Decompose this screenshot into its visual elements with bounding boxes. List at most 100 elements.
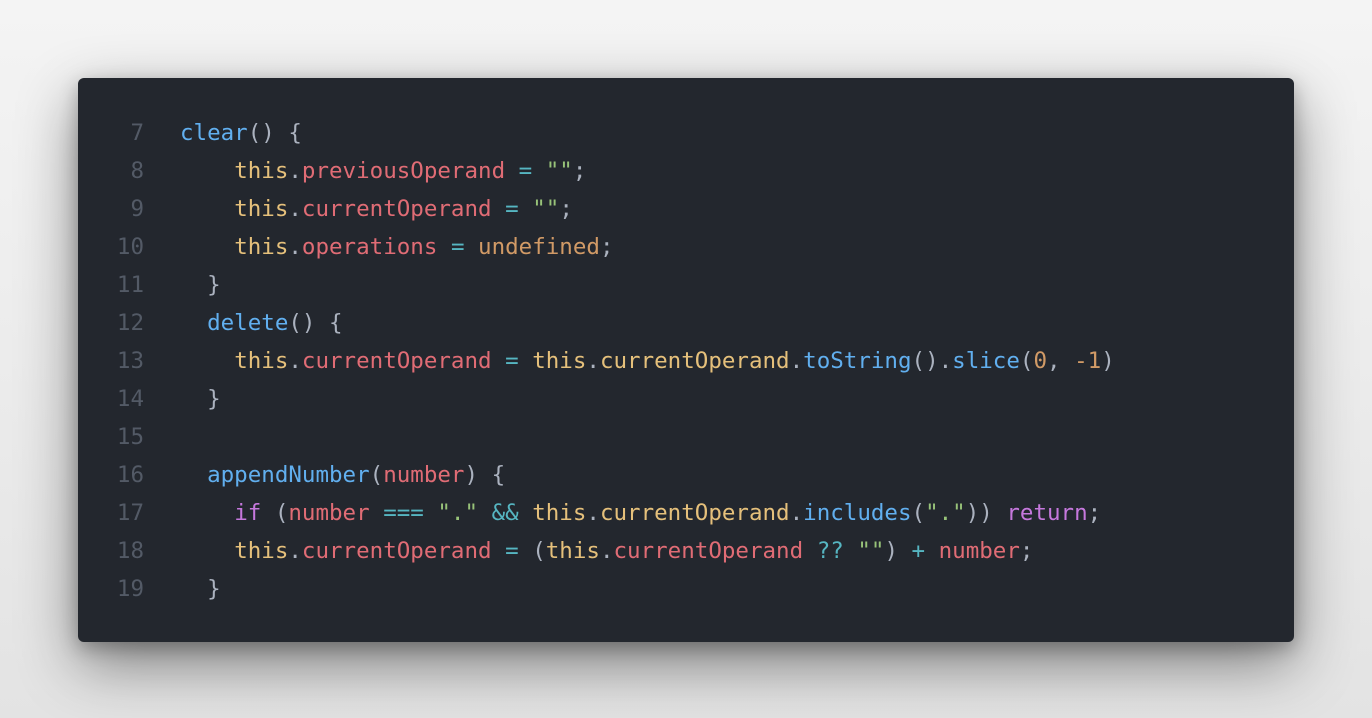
code-token: (: [1019, 348, 1034, 374]
code-token: (: [369, 462, 384, 488]
code-token: currentOperand: [301, 196, 492, 222]
code-token: =: [518, 158, 533, 184]
code-token: ??: [816, 538, 844, 564]
line-number: 9: [130, 196, 144, 222]
code-token: ,: [1047, 348, 1075, 374]
code-text: }: [180, 570, 221, 608]
line-number: 14: [116, 386, 144, 412]
code-token: () {: [247, 120, 302, 146]
code-token: ===: [383, 500, 424, 526]
line-number: 11: [116, 272, 144, 298]
code-token: slice: [952, 348, 1020, 374]
code-token: number: [288, 500, 370, 526]
code-token: (: [518, 538, 546, 564]
code-token: "": [545, 158, 573, 184]
code-token: .: [288, 196, 302, 222]
code-token: includes: [803, 500, 912, 526]
code-token: ;: [599, 234, 614, 260]
code-token: currentOperand: [599, 348, 790, 374]
code-text: this.previousOperand = "";: [180, 152, 586, 190]
code-token: =: [505, 196, 519, 222]
code-line: 8 this.previousOperand = "";: [78, 152, 1294, 190]
code-token: this: [545, 538, 600, 564]
code-token: )): [965, 500, 1007, 526]
code-token: .: [789, 500, 804, 526]
code-token: (: [911, 500, 926, 526]
code-text: this.currentOperand = "";: [180, 190, 573, 228]
code-token: () {: [288, 310, 343, 336]
code-token: operations: [301, 234, 438, 260]
code-token: if: [234, 500, 262, 526]
code-text: delete() {: [180, 304, 343, 342]
code-token: ().: [911, 348, 953, 374]
code-line: 14 }: [78, 380, 1294, 418]
code-token: this: [234, 538, 289, 564]
code-line: 9 this.currentOperand = "";: [78, 190, 1294, 228]
code-token: this: [532, 500, 587, 526]
code-token: =: [505, 348, 519, 374]
code-token: =: [450, 234, 465, 260]
code-token: .: [789, 348, 804, 374]
code-token: ".": [925, 500, 966, 526]
code-token: this: [532, 348, 587, 374]
code-line: 13 this.currentOperand = this.currentOpe…: [78, 342, 1294, 380]
code-token: }: [207, 386, 221, 412]
code-token: .: [288, 158, 302, 184]
code-token: toString: [803, 348, 912, 374]
code-token: -1: [1074, 348, 1102, 374]
code-token: 0: [1033, 348, 1047, 374]
code-token: +: [911, 538, 926, 564]
code-token: ;: [1019, 538, 1034, 564]
code-line: 15: [78, 418, 1294, 456]
code-token: }: [207, 272, 221, 298]
code-text: appendNumber(number) {: [180, 456, 505, 494]
code-text: this.operations = undefined;: [180, 228, 614, 266]
code-text: clear() {: [180, 114, 302, 152]
code-token: number: [383, 462, 465, 488]
code-token: currentOperand: [301, 538, 492, 564]
line-number: 13: [116, 348, 144, 374]
line-number: 17: [116, 500, 144, 526]
line-number: 10: [116, 234, 144, 260]
code-token: delete: [207, 310, 289, 336]
code-text: if (number === "." && this.currentOperan…: [180, 494, 1101, 532]
code-token: ): [884, 538, 912, 564]
code-token: clear: [180, 120, 248, 146]
code-token: ) {: [464, 462, 506, 488]
code-token: appendNumber: [207, 462, 370, 488]
code-token: this: [234, 348, 289, 374]
code-line: 16 appendNumber(number) {: [78, 456, 1294, 494]
code-line: 19 }: [78, 570, 1294, 608]
code-token: this: [234, 234, 289, 260]
code-line: 7 clear() {: [78, 114, 1294, 152]
code-token: "": [532, 196, 560, 222]
code-token: return: [1006, 500, 1088, 526]
code-text: this.currentOperand = this.currentOperan…: [180, 342, 1115, 380]
code-token: .: [586, 348, 600, 374]
line-number: 12: [116, 310, 144, 336]
code-line: 17 if (number === "." && this.currentOpe…: [78, 494, 1294, 532]
code-token: undefined: [478, 234, 600, 260]
code-token: .: [288, 538, 302, 564]
code-line: 11 }: [78, 266, 1294, 304]
